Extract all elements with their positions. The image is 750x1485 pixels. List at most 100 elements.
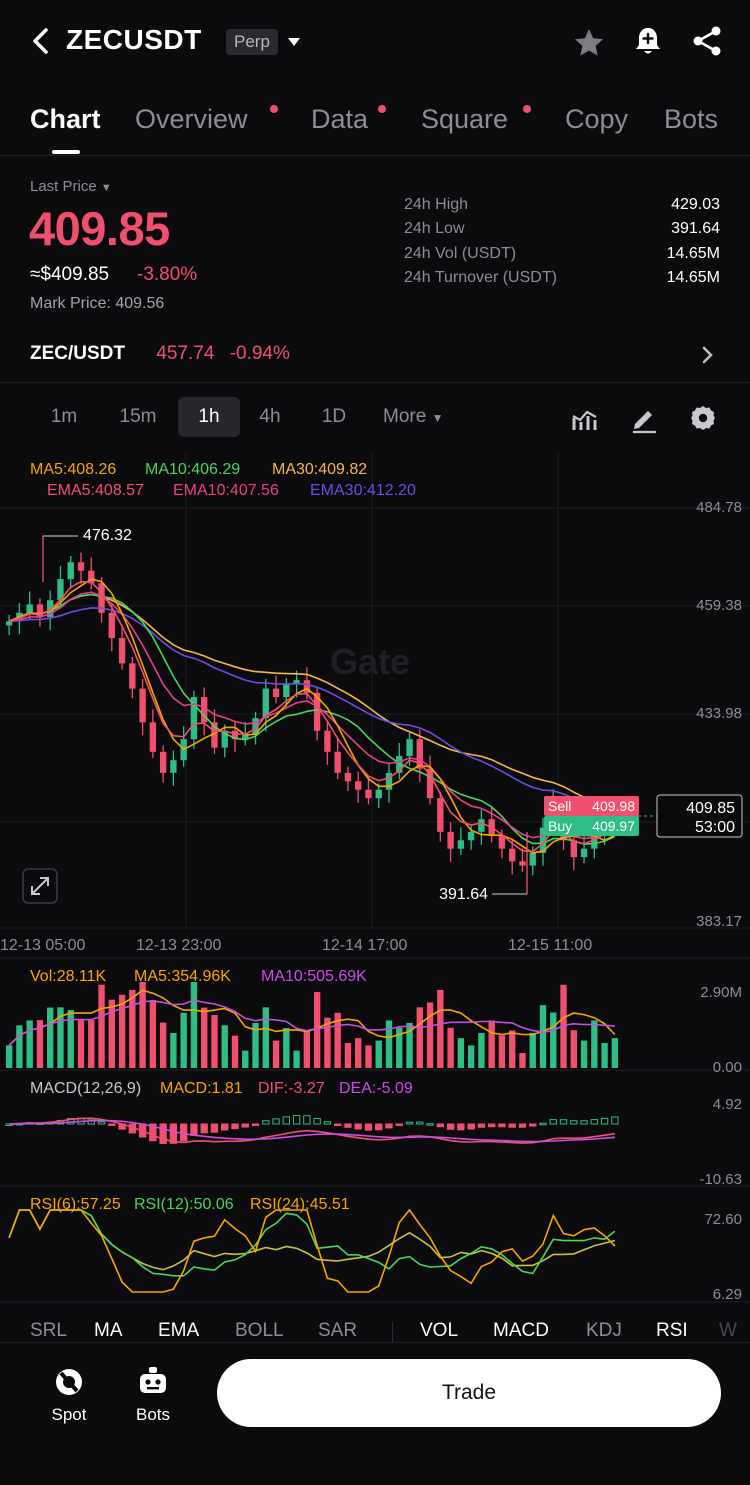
volume-tick-label: 0.00 — [713, 1059, 742, 1076]
main-tabs: Chart Overview Data Square Copy Bots — [0, 100, 750, 156]
tab-overview[interactable]: Overview — [135, 104, 248, 135]
indicator-kdj[interactable]: KDJ — [586, 1320, 622, 1342]
indicator-wr[interactable]: W — [719, 1320, 739, 1342]
volume-bar — [98, 984, 105, 1068]
macd-histogram-bar — [580, 1120, 588, 1125]
indicator-ema[interactable]: EMA — [158, 1320, 199, 1342]
candle-body — [118, 638, 126, 664]
candle-body — [159, 751, 167, 773]
trade-button[interactable]: Trade — [217, 1359, 721, 1427]
volume-bar — [426, 1002, 434, 1068]
tab-bots[interactable]: Bots — [664, 104, 724, 135]
volume-bar — [467, 1045, 475, 1068]
candle-body — [375, 789, 382, 799]
candle-body — [519, 861, 526, 866]
share-icon[interactable] — [690, 24, 724, 58]
tab-square[interactable]: Square — [421, 104, 508, 135]
rsi6-line — [8, 1208, 616, 1293]
ema5-line — [8, 580, 616, 853]
candle-body — [170, 760, 177, 773]
kline-chart[interactable]: Gate MA5:408.26 MA10:406.29 MA30:409.82 EMA5… — [0, 452, 750, 1312]
interval-1d[interactable]: 1D — [312, 406, 356, 428]
mark-price: Mark Price: 409.56 — [30, 295, 165, 312]
macd-histogram-bar — [498, 1123, 506, 1128]
indicator-sar[interactable]: SAR — [318, 1320, 357, 1342]
indicator-chart-icon[interactable] — [570, 404, 600, 434]
interval-15m[interactable]: 15m — [108, 406, 168, 428]
macd-histogram-bar — [436, 1123, 445, 1128]
legend-ema5: EMA5:408.57 — [47, 482, 144, 499]
settings-gear-icon[interactable] — [688, 403, 718, 433]
indicator-boll[interactable]: BOLL — [235, 1320, 284, 1342]
candle-body — [416, 739, 423, 769]
buy-tag-label: Buy — [548, 818, 572, 834]
caret-down-icon[interactable] — [286, 34, 302, 50]
macd-histogram-bar — [292, 1115, 301, 1125]
interval-more[interactable]: More ▼ — [383, 406, 443, 428]
volume-bar — [201, 1007, 208, 1068]
macd-histogram-bar — [262, 1120, 270, 1125]
legend-ma30: MA30:409.82 — [272, 461, 367, 478]
macd-histogram-bar — [210, 1123, 219, 1133]
interval-1h[interactable]: 1h — [178, 397, 240, 437]
macd-histogram-bar — [282, 1116, 291, 1125]
x-tick-label: 12-13 05:00 — [0, 937, 86, 954]
macd-histogram-bar — [529, 1123, 537, 1127]
volume-bar — [242, 1050, 249, 1068]
volume-bar — [190, 982, 198, 1068]
tab-copy[interactable]: Copy — [565, 104, 628, 135]
volume-bar — [5, 1045, 13, 1068]
interval-1m[interactable]: 1m — [40, 406, 88, 428]
volume-bar — [519, 1053, 526, 1068]
macd-histogram-bar — [108, 1123, 116, 1126]
more-caret-icon: ▼ — [431, 411, 444, 425]
macd-histogram-bar — [364, 1123, 373, 1131]
macd-histogram-bar — [570, 1120, 578, 1125]
volume-bar — [129, 989, 136, 1068]
indicator-rsi[interactable]: RSI — [656, 1320, 688, 1342]
chevron-right-icon[interactable] — [698, 343, 718, 367]
draw-pencil-icon[interactable] — [629, 404, 659, 434]
spot-button-label[interactable]: Spot — [29, 1405, 109, 1425]
ma10-line — [8, 593, 616, 845]
volume-bar — [580, 1040, 588, 1068]
symbol-title[interactable]: ZECUSDT — [66, 24, 202, 56]
volume-bar — [550, 1012, 557, 1068]
bots-button-label[interactable]: Bots — [113, 1405, 193, 1425]
macd-histogram-bar — [385, 1123, 393, 1129]
price-alert-bell-icon[interactable] — [631, 24, 665, 58]
indicator-macd[interactable]: MACD — [493, 1320, 549, 1342]
candle-body — [498, 836, 506, 849]
last-price-label[interactable]: Last Price ▼ — [30, 178, 112, 195]
macd-histogram-bar — [344, 1123, 352, 1128]
candle-body — [570, 840, 577, 858]
candle-body — [272, 688, 280, 698]
spot-pair-row[interactable]: ZEC/USDT 457.74 -0.94% — [30, 343, 290, 365]
indicator-ma[interactable]: MA — [94, 1320, 123, 1342]
macd-histogram-bar — [611, 1116, 619, 1125]
tab-chart[interactable]: Chart — [30, 104, 101, 135]
indicator-vol[interactable]: VOL — [420, 1320, 458, 1342]
volume-bar — [344, 1042, 352, 1068]
macd-legend-title: MACD(12,26,9) — [30, 1080, 141, 1097]
favorite-star-icon[interactable] — [572, 26, 606, 60]
spot-icon[interactable] — [51, 1363, 87, 1399]
candle-body — [406, 739, 413, 757]
macd-histogram-bar — [395, 1123, 403, 1126]
market-type-badge[interactable]: Perp — [226, 29, 278, 55]
candle-body — [149, 722, 157, 752]
legend-ema10: EMA10:407.56 — [173, 482, 279, 499]
indicator-srl[interactable]: SRL — [30, 1320, 67, 1342]
volume-bar — [88, 1020, 95, 1068]
volume-bar — [601, 1042, 608, 1068]
price-change-percent: -3.80% — [137, 264, 198, 285]
divider — [0, 382, 750, 383]
volume-bar — [539, 1005, 547, 1068]
macd-histogram-bar — [190, 1123, 198, 1136]
back-arrow-icon[interactable] — [26, 26, 56, 56]
macd-histogram-bar — [159, 1123, 167, 1144]
bots-robot-icon[interactable] — [135, 1363, 171, 1399]
volume-bar — [231, 1035, 239, 1068]
interval-4h[interactable]: 4h — [250, 406, 290, 428]
tab-data[interactable]: Data — [311, 104, 368, 135]
